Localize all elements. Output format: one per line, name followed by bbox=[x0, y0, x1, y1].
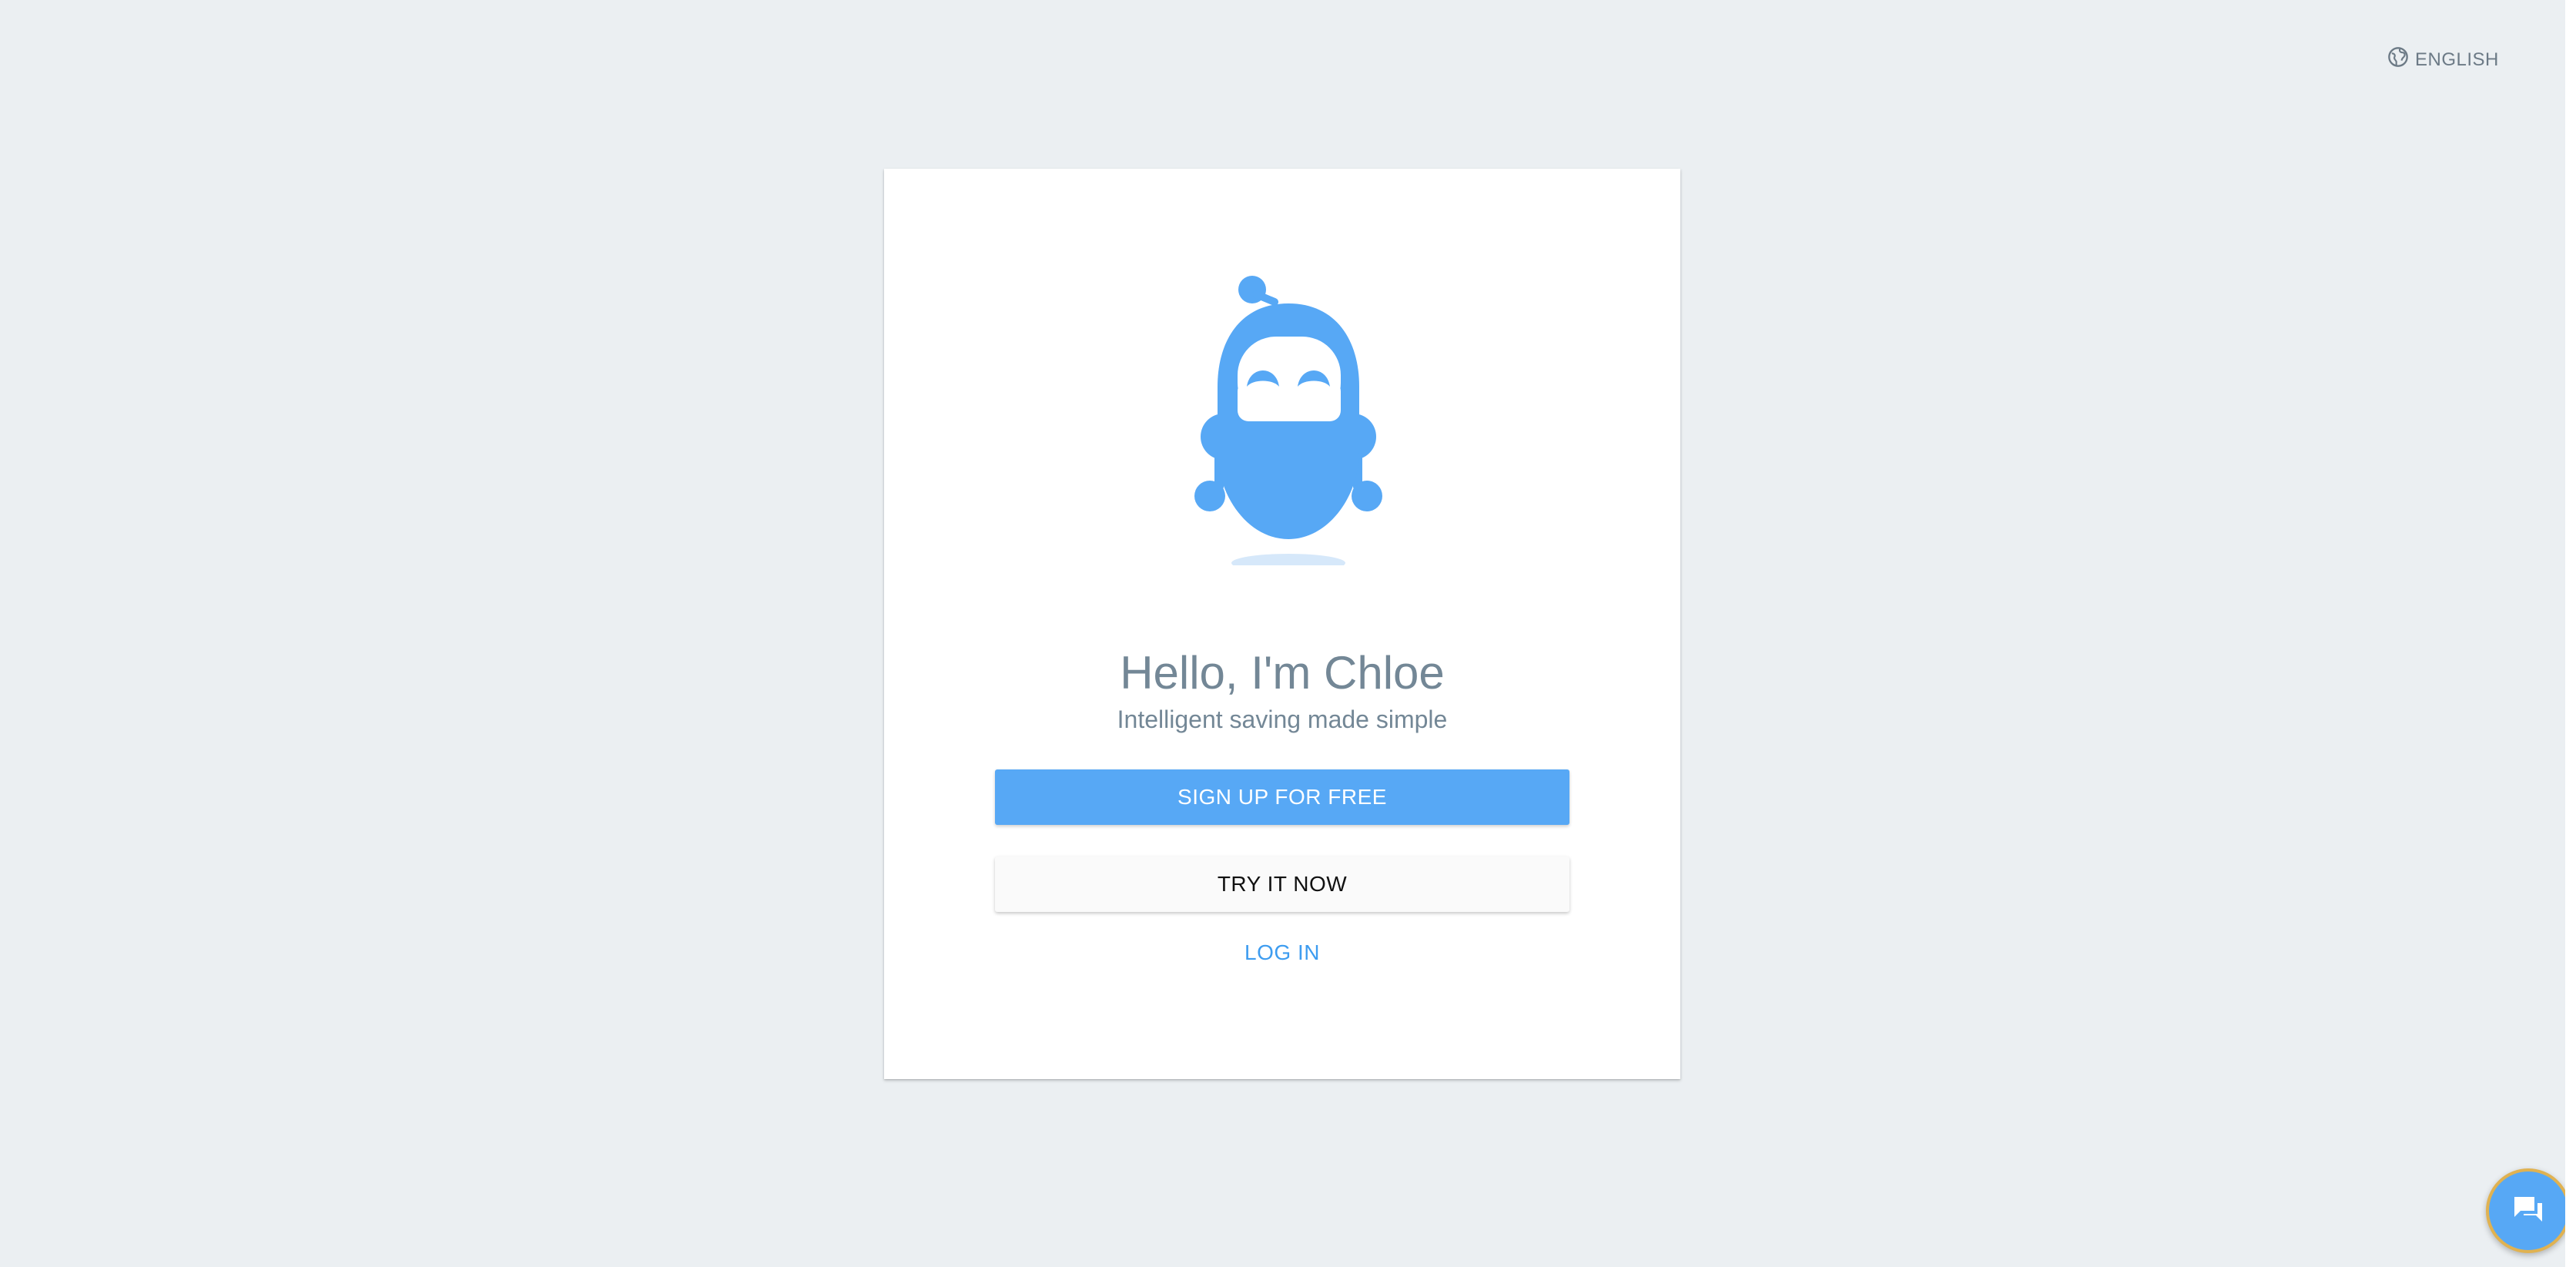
scrollbar[interactable] bbox=[2565, 0, 2576, 1267]
globe-icon bbox=[2387, 46, 2409, 73]
sign-up-button[interactable]: SIGN UP FOR FREE bbox=[995, 769, 1569, 825]
page: ENGLISH Hello, I'm Chloe Intelligent sav… bbox=[0, 0, 2576, 1267]
chat-button[interactable] bbox=[2486, 1168, 2571, 1253]
language-switcher[interactable]: ENGLISH bbox=[2387, 46, 2499, 73]
try-it-now-button[interactable]: TRY IT NOW bbox=[995, 856, 1569, 912]
robot-mascot bbox=[1194, 276, 1382, 565]
language-label: ENGLISH bbox=[2415, 49, 2499, 70]
log-in-link[interactable]: LOG IN bbox=[884, 940, 1680, 965]
tagline: Intelligent saving made simple bbox=[1117, 706, 1448, 733]
greeting-heading: Hello, I'm Chloe bbox=[1120, 647, 1445, 699]
chat-icon bbox=[2510, 1191, 2547, 1232]
welcome-card: Hello, I'm Chloe Intelligent saving made… bbox=[884, 169, 1680, 1079]
